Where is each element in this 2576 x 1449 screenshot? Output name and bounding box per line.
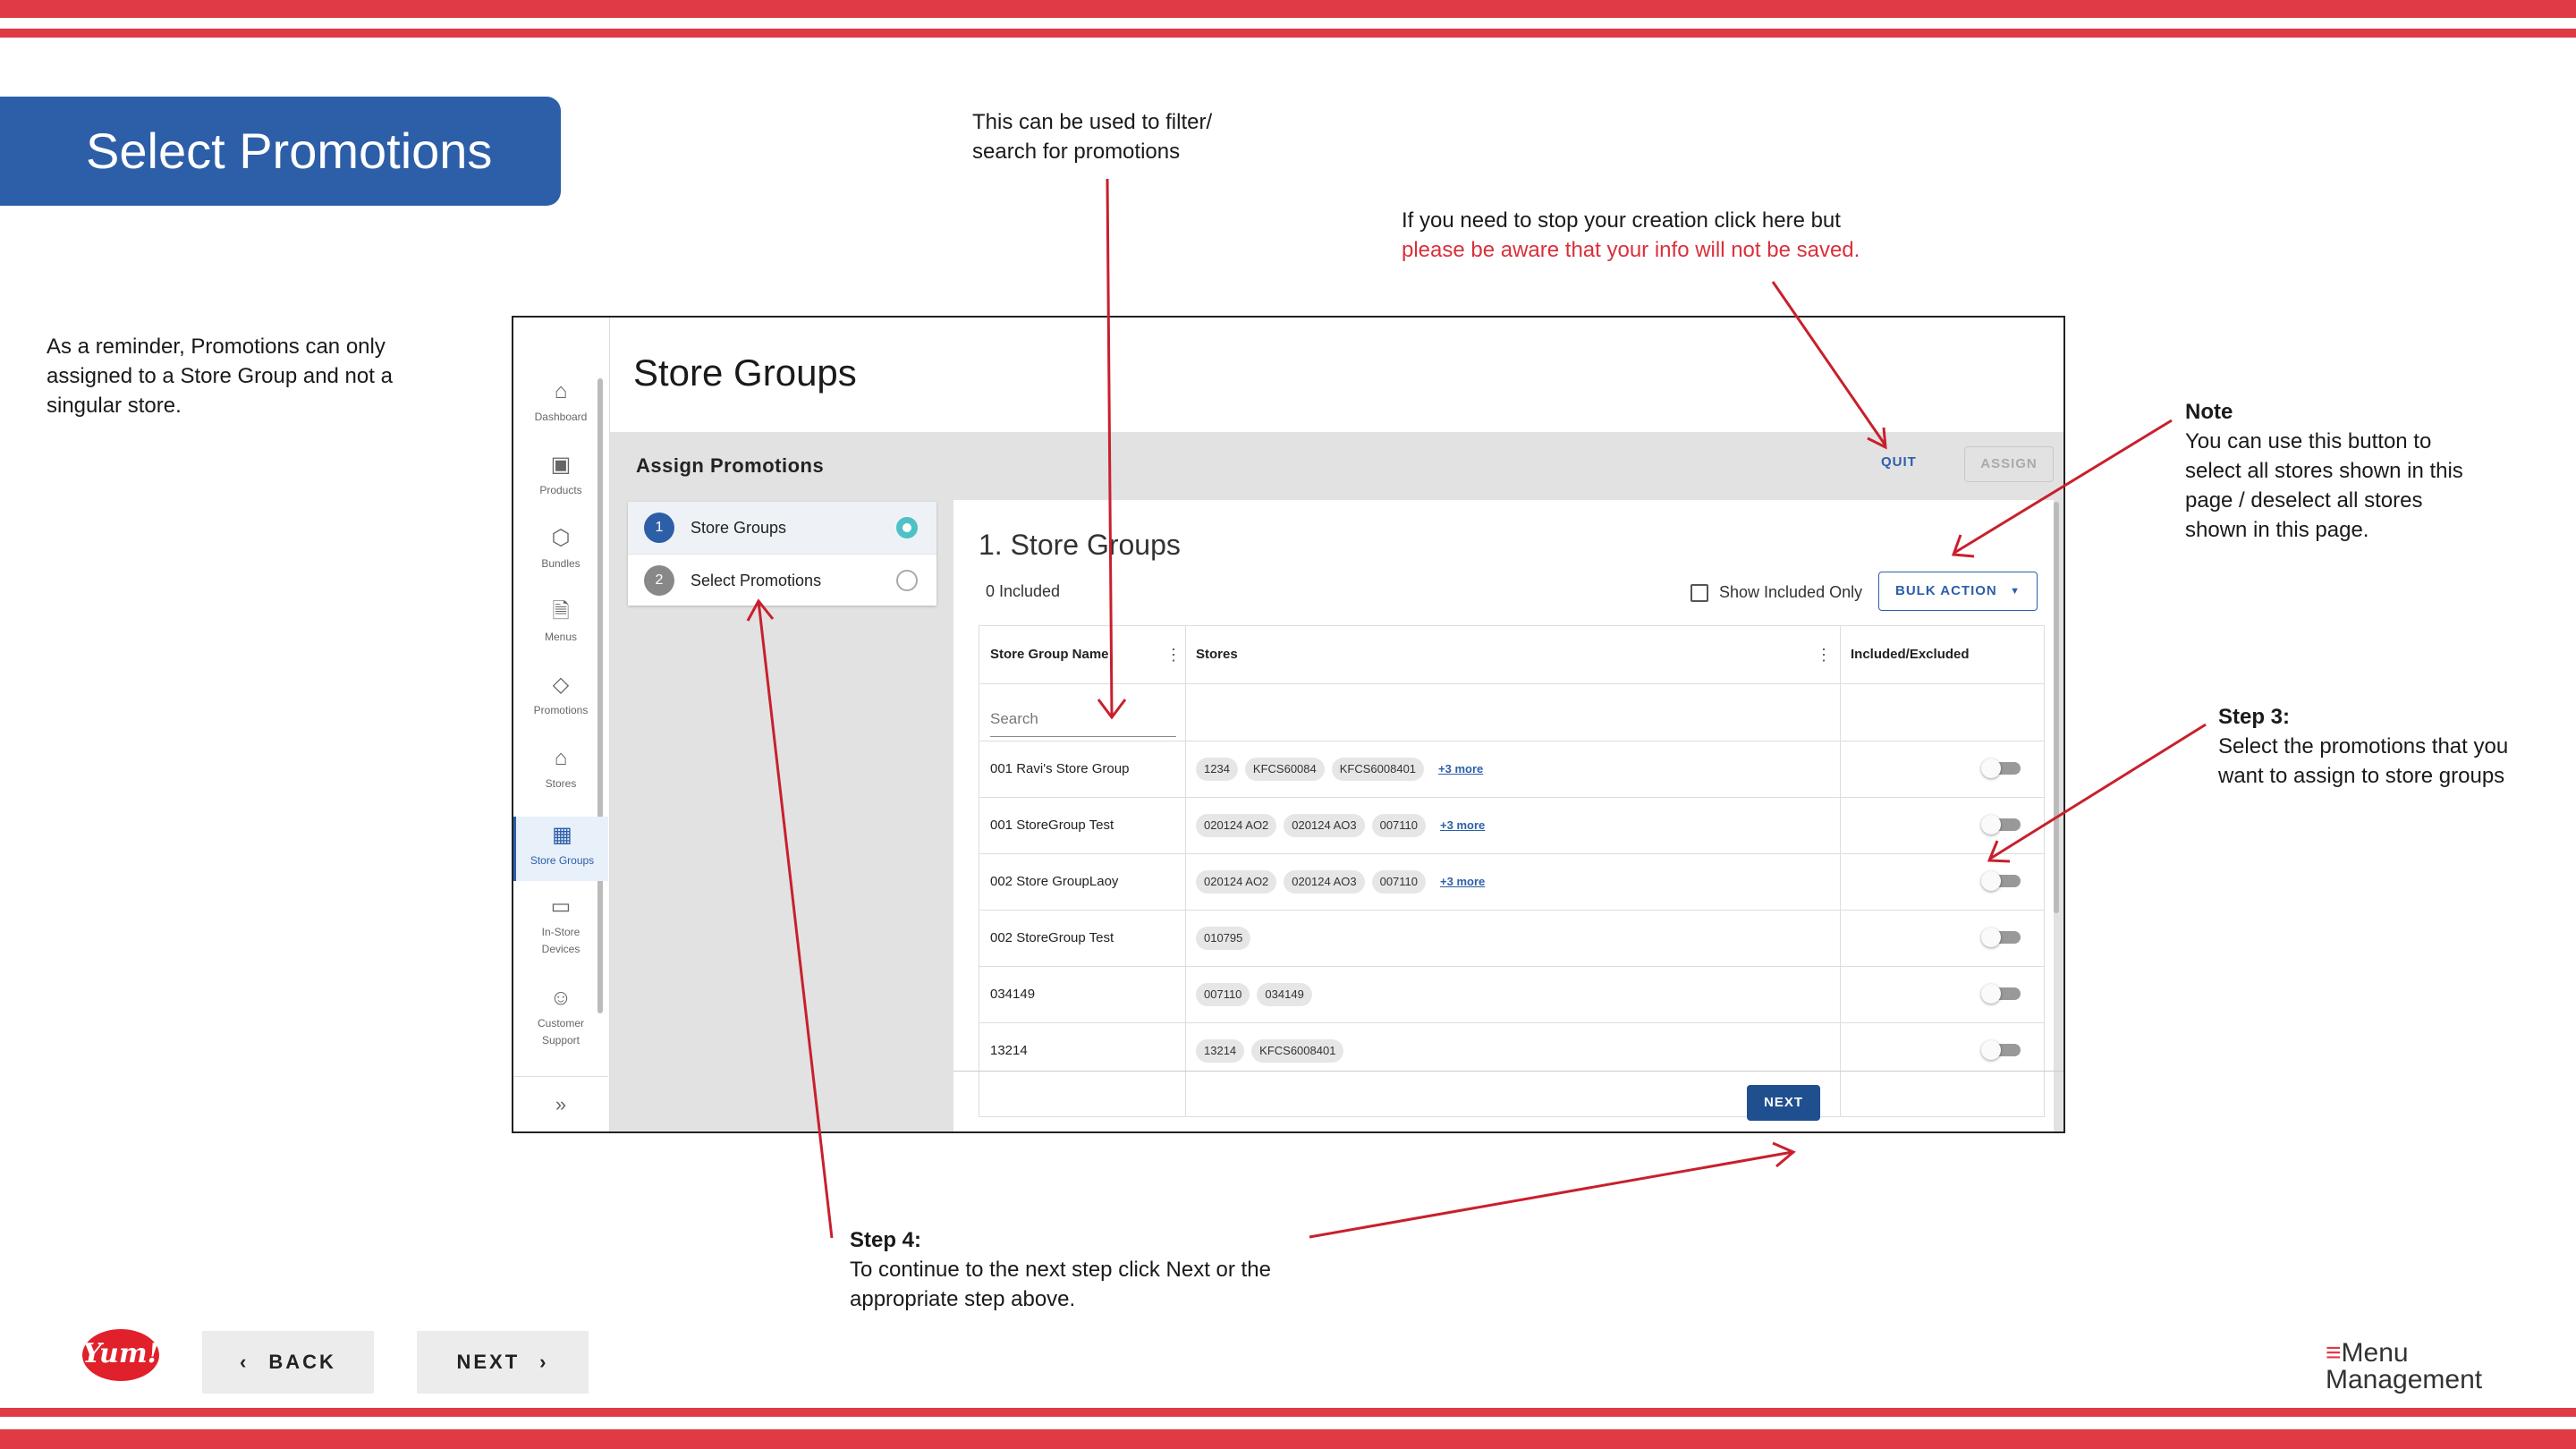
next-button[interactable]: NEXT › (417, 1331, 589, 1394)
next-label: NEXT (456, 1351, 521, 1373)
logo-line1: Menu (2341, 1338, 2409, 1368)
arrow-quit (1771, 281, 1887, 450)
arrow-toggle (1987, 723, 2207, 863)
arrow-next (1309, 1141, 1796, 1239)
chevron-right-icon: › (539, 1351, 549, 1373)
chevron-left-icon: ‹ (240, 1351, 250, 1373)
arrow-filter (1097, 178, 1127, 720)
yum-logo: Yum! (82, 1329, 159, 1381)
back-label: BACK (268, 1351, 336, 1373)
menu-bars-icon: ≡ (2326, 1338, 2342, 1368)
logo-line2: Management (2326, 1365, 2483, 1394)
menu-management-logo: ≡Menu Management (2326, 1340, 2482, 1394)
arrow-bulk (1951, 419, 2173, 558)
arrow-step (746, 598, 834, 1239)
callout-arrows (746, 178, 2207, 1239)
back-button[interactable]: ‹ BACK (202, 1331, 374, 1394)
